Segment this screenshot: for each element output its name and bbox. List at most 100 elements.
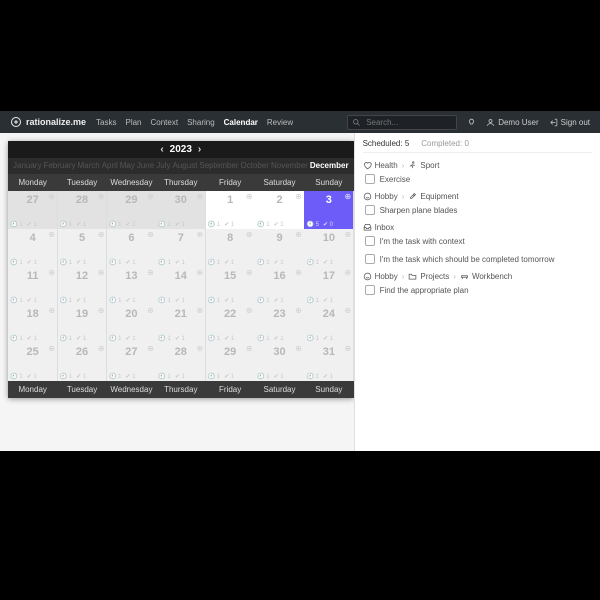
add-task-icon[interactable]: ⊕ (48, 306, 55, 315)
month-may[interactable]: May (119, 161, 136, 170)
add-task-icon[interactable]: ⊕ (295, 306, 302, 315)
demo-user-link[interactable]: Demo User (486, 118, 538, 127)
month-february[interactable]: February (42, 161, 76, 170)
month-january[interactable]: January (12, 161, 42, 170)
add-task-icon[interactable]: ⊕ (295, 344, 302, 353)
add-task-icon[interactable]: ⊕ (246, 268, 253, 277)
month-september[interactable]: September (198, 161, 239, 170)
day-cell[interactable]: ⊕3🕘 5✔ 0 (304, 191, 353, 228)
day-cell[interactable]: ⊕9🕘 1✔ 1 (255, 229, 304, 266)
add-task-icon[interactable]: ⊕ (246, 230, 253, 239)
month-july[interactable]: July (155, 161, 171, 170)
crumb-health[interactable]: Health (363, 161, 398, 170)
checkbox-icon[interactable] (365, 236, 375, 246)
add-task-icon[interactable]: ⊕ (147, 192, 154, 201)
day-cell[interactable]: ⊕27🕘 1✔ 1 (8, 191, 57, 228)
add-task-icon[interactable]: ⊕ (295, 268, 302, 277)
checkbox-icon[interactable] (365, 174, 375, 184)
month-october[interactable]: October (240, 161, 270, 170)
month-april[interactable]: April (101, 161, 119, 170)
day-cell[interactable]: ⊕22🕘 1✔ 1 (206, 305, 255, 342)
add-task-icon[interactable]: ⊕ (98, 344, 105, 353)
day-cell[interactable]: ⊕31🕘 1✔ 1 (304, 343, 353, 380)
crumb-equipment[interactable]: Equipment (408, 192, 458, 201)
crumb-workbench[interactable]: Workbench (460, 272, 512, 281)
day-cell[interactable]: ⊕7🕘 1✔ 1 (156, 229, 205, 266)
day-cell[interactable]: ⊕8🕘 1✔ 1 (206, 229, 255, 266)
crumb-inbox[interactable]: Inbox (363, 223, 395, 232)
day-cell[interactable]: ⊕11🕘 1✔ 1 (8, 267, 57, 304)
task-item[interactable]: I'm the task with context (365, 236, 592, 246)
month-august[interactable]: August (171, 161, 198, 170)
month-december[interactable]: December (309, 161, 350, 170)
day-cell[interactable]: ⊕25🕘 1✔ 1 (8, 343, 57, 380)
day-cell[interactable]: ⊕6🕘 1✔ 1 (107, 229, 156, 266)
add-task-icon[interactable]: ⊕ (98, 268, 105, 277)
search-box[interactable] (347, 115, 457, 130)
day-cell[interactable]: ⊕24🕘 1✔ 1 (304, 305, 353, 342)
task-item[interactable]: Find the appropriate plan (365, 285, 592, 295)
day-cell[interactable]: ⊕10🕘 1✔ 1 (304, 229, 353, 266)
tab-scheduled[interactable]: Scheduled: 5 (363, 139, 410, 148)
tab-completed[interactable]: Completed: 0 (421, 139, 469, 148)
add-task-icon[interactable]: ⊕ (196, 230, 203, 239)
day-cell[interactable]: ⊕23🕘 1✔ 1 (255, 305, 304, 342)
crumb-hobby[interactable]: Hobby (363, 192, 398, 201)
add-task-icon[interactable]: ⊕ (48, 230, 55, 239)
day-cell[interactable]: ⊕14🕘 1✔ 1 (156, 267, 205, 304)
day-cell[interactable]: ⊕29🕘 1✔ 1 (107, 191, 156, 228)
add-task-icon[interactable]: ⊕ (147, 344, 154, 353)
day-cell[interactable]: ⊕15🕘 1✔ 1 (206, 267, 255, 304)
add-task-icon[interactable]: ⊕ (196, 192, 203, 201)
checkbox-icon[interactable] (365, 254, 375, 264)
add-task-icon[interactable]: ⊕ (48, 268, 55, 277)
crumb-hobby[interactable]: Hobby (363, 272, 398, 281)
nav-review[interactable]: Review (267, 118, 293, 127)
day-cell[interactable]: ⊕1🕘 1✔ 1 (206, 191, 255, 228)
checkbox-icon[interactable] (365, 205, 375, 215)
add-task-icon[interactable]: ⊕ (345, 268, 352, 277)
task-item[interactable]: Sharpen plane blades (365, 205, 592, 215)
day-cell[interactable]: ⊕26🕘 1✔ 1 (58, 343, 107, 380)
add-task-icon[interactable]: ⊕ (196, 344, 203, 353)
add-task-icon[interactable]: ⊕ (295, 192, 302, 201)
crumb-sport[interactable]: Sport (408, 161, 439, 170)
add-task-icon[interactable]: ⊕ (48, 344, 55, 353)
add-task-icon[interactable]: ⊕ (345, 306, 352, 315)
add-task-icon[interactable]: ⊕ (98, 192, 105, 201)
day-cell[interactable]: ⊕16🕘 1✔ 1 (255, 267, 304, 304)
add-task-icon[interactable]: ⊕ (345, 192, 352, 201)
add-task-icon[interactable]: ⊕ (246, 344, 253, 353)
add-task-icon[interactable]: ⊕ (48, 192, 55, 201)
nav-tasks[interactable]: Tasks (96, 118, 116, 127)
search-input[interactable] (364, 117, 448, 128)
next-year-button[interactable]: › (198, 144, 201, 155)
day-cell[interactable]: ⊕21🕘 1✔ 1 (156, 305, 205, 342)
add-task-icon[interactable]: ⊕ (196, 306, 203, 315)
day-cell[interactable]: ⊕29🕘 1✔ 1 (206, 343, 255, 380)
add-task-icon[interactable]: ⊕ (345, 344, 352, 353)
month-november[interactable]: November (270, 161, 309, 170)
day-cell[interactable]: ⊕5🕘 1✔ 1 (58, 229, 107, 266)
day-cell[interactable]: ⊕27🕘 1✔ 1 (107, 343, 156, 380)
task-item[interactable]: I'm the task which should be completed t… (365, 254, 592, 264)
day-cell[interactable]: ⊕4🕘 1✔ 1 (8, 229, 57, 266)
brand[interactable]: rationalize.me (10, 116, 86, 128)
add-task-icon[interactable]: ⊕ (147, 306, 154, 315)
add-task-icon[interactable]: ⊕ (246, 306, 253, 315)
day-cell[interactable]: ⊕30🕘 1✔ 1 (255, 343, 304, 380)
add-task-icon[interactable]: ⊕ (147, 268, 154, 277)
day-cell[interactable]: ⊕28🕘 1✔ 1 (58, 191, 107, 228)
day-cell[interactable]: ⊕13🕘 1✔ 1 (107, 267, 156, 304)
add-task-icon[interactable]: ⊕ (147, 230, 154, 239)
crumb-projects[interactable]: Projects (408, 272, 449, 281)
roadmap-link[interactable] (467, 118, 476, 127)
month-june[interactable]: June (136, 161, 155, 170)
task-item[interactable]: Exercise (365, 174, 592, 184)
day-cell[interactable]: ⊕17🕘 1✔ 1 (304, 267, 353, 304)
day-cell[interactable]: ⊕28🕘 1✔ 1 (156, 343, 205, 380)
add-task-icon[interactable]: ⊕ (196, 268, 203, 277)
month-march[interactable]: March (76, 161, 100, 170)
prev-year-button[interactable]: ‹ (160, 144, 163, 155)
day-cell[interactable]: ⊕19🕘 1✔ 1 (58, 305, 107, 342)
